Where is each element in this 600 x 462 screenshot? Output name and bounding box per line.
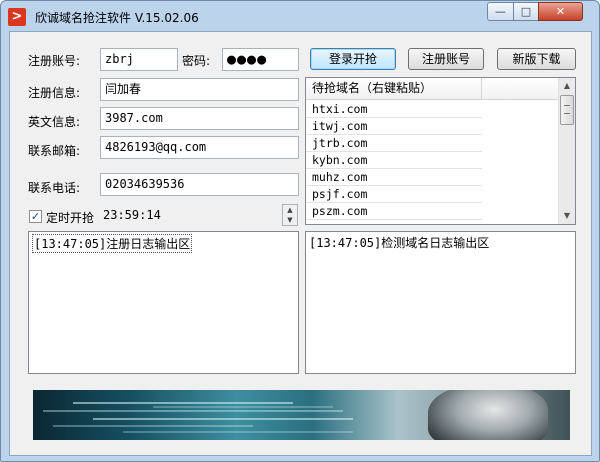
reg-info-input[interactable]: 闫加春 xyxy=(100,78,299,101)
scroll-up-icon[interactable]: ▲ xyxy=(559,78,575,94)
email-input[interactable]: 4826193@qq.com xyxy=(100,136,299,159)
account-input[interactable]: zbrj xyxy=(100,48,178,71)
list-item[interactable]: itwj.com xyxy=(306,118,482,135)
scroll-thumb[interactable] xyxy=(560,95,574,125)
title-bar[interactable]: > 欣诚域名抢注软件 V.15.02.06 — □ ✕ xyxy=(1,1,599,31)
domain-rows: htxi.com itwj.com jtrb.com kybn.com muhz… xyxy=(306,101,482,220)
account-label: 注册账号: xyxy=(28,54,81,68)
password-label: 密码: xyxy=(182,54,211,68)
list-item[interactable]: psjf.com xyxy=(306,186,482,203)
pending-domain-list[interactable]: 待抢域名（右键粘贴） htxi.com itwj.com jtrb.com ky… xyxy=(305,77,576,225)
window-title: 欣诚域名抢注软件 V.15.02.06 xyxy=(35,11,199,25)
register-log-line: [13:47:05]注册日志输出区 xyxy=(32,234,193,253)
spin-down-icon[interactable]: ▼ xyxy=(283,215,297,225)
minimize-button[interactable]: — xyxy=(487,2,514,21)
register-account-button[interactable]: 注册账号 xyxy=(408,48,484,70)
timer-checkbox[interactable]: ✓ xyxy=(29,210,42,223)
column-header-empty[interactable] xyxy=(482,78,558,100)
password-input[interactable]: ●●●● xyxy=(222,48,299,71)
list-item[interactable]: kybn.com xyxy=(306,152,482,169)
timer-time-input[interactable]: 23:59:14 xyxy=(98,204,282,227)
app-logo-icon: > xyxy=(8,8,26,26)
banner-image xyxy=(33,390,570,440)
list-header: 待抢域名（右键粘贴） xyxy=(306,78,558,100)
check-log-area[interactable]: [13:47:05]检测域名日志输出区 xyxy=(305,231,576,374)
phone-label: 联系电话: xyxy=(28,181,81,195)
download-new-version-button[interactable]: 新版下载 xyxy=(497,48,576,70)
column-header-pending-domains[interactable]: 待抢域名（右键粘贴） xyxy=(306,78,482,100)
list-item[interactable]: muhz.com xyxy=(306,169,482,186)
list-item[interactable]: htxi.com xyxy=(306,101,482,118)
email-label: 联系邮箱: xyxy=(28,144,81,158)
list-scrollbar[interactable]: ▲ ▼ xyxy=(558,78,575,224)
login-start-button[interactable]: 登录开抢 xyxy=(310,48,396,70)
list-item[interactable]: pszm.com xyxy=(306,203,482,220)
en-info-input[interactable]: 3987.com xyxy=(100,107,299,130)
phone-input[interactable]: 02034639536 xyxy=(100,173,299,196)
check-log-line: [13:47:05]检测域名日志输出区 xyxy=(309,236,490,250)
timer-spinner[interactable]: ▲ ▼ xyxy=(282,204,298,226)
spin-up-icon[interactable]: ▲ xyxy=(283,205,297,215)
en-info-label: 英文信息: xyxy=(28,115,81,129)
register-log-area[interactable]: [13:47:05]注册日志输出区 xyxy=(28,231,299,374)
timer-label: 定时开抢 xyxy=(46,211,95,225)
banner-face-icon xyxy=(428,390,548,440)
maximize-button[interactable]: □ xyxy=(513,2,539,21)
list-item[interactable]: jtrb.com xyxy=(306,135,482,152)
reg-info-label: 注册信息: xyxy=(28,86,81,100)
close-button[interactable]: ✕ xyxy=(538,2,583,21)
main-panel: 注册账号: zbrj 密码: ●●●● 登录开抢 注册账号 新版下载 注册信息:… xyxy=(9,31,592,456)
scroll-down-icon[interactable]: ▼ xyxy=(559,208,575,224)
app-window: > 欣诚域名抢注软件 V.15.02.06 — □ ✕ 注册账号: zbrj 密… xyxy=(0,0,600,462)
